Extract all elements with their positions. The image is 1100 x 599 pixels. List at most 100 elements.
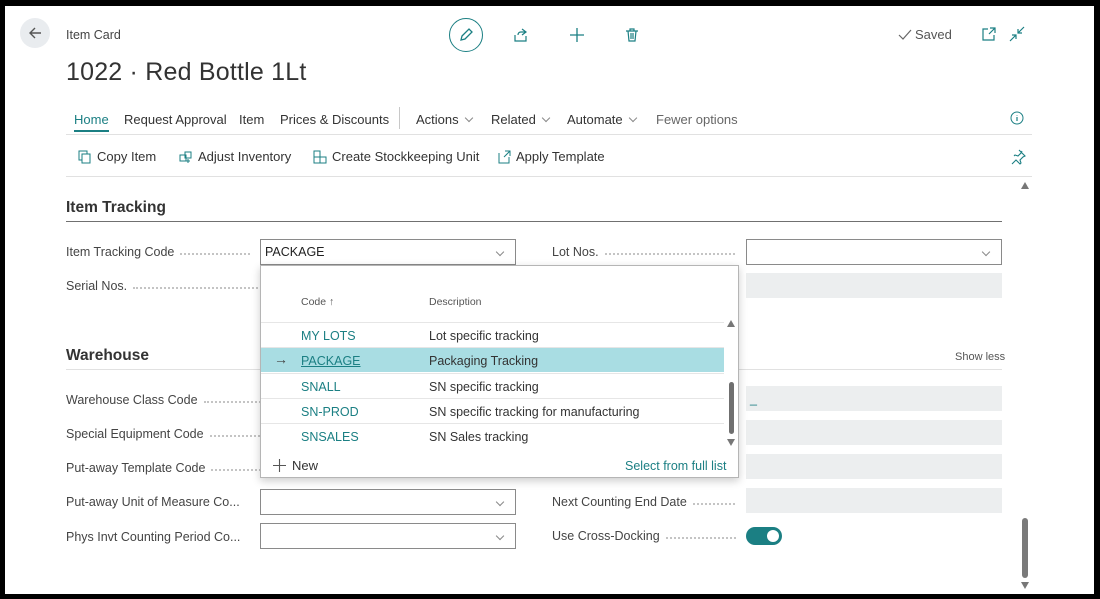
back-arrow-icon xyxy=(29,27,41,39)
label-leader-dots xyxy=(133,287,259,289)
new-button[interactable] xyxy=(565,23,589,47)
trash-icon xyxy=(626,28,638,42)
nav-automate-label: Automate xyxy=(567,112,623,127)
lookup-scroll-up-icon[interactable] xyxy=(727,320,735,327)
warehouse-section-title: Warehouse xyxy=(66,347,149,364)
back-button[interactable] xyxy=(20,18,50,48)
select-from-full-list-link[interactable]: Select from full list xyxy=(625,459,726,473)
nav-item[interactable]: Item xyxy=(239,112,264,127)
special-equipment-related-field[interactable] xyxy=(746,420,1002,445)
lookup-row-code: SNALL xyxy=(301,380,341,394)
special-equipment-code-label: Special Equipment Code xyxy=(66,427,260,441)
lookup-col-description[interactable]: Description xyxy=(429,296,482,308)
share-button[interactable] xyxy=(509,23,533,47)
card-type-label: Item Card xyxy=(66,28,121,42)
adjust-inventory-label: Adjust Inventory xyxy=(198,149,292,164)
nav-actions[interactable]: Actions xyxy=(416,112,473,127)
lookup-row-description: Packaging Tracking xyxy=(429,354,539,368)
create-stockkeeping-unit-button[interactable]: Create Stockkeeping Unit xyxy=(313,149,479,164)
copy-item-label: Copy Item xyxy=(97,149,157,164)
edit-button[interactable] xyxy=(449,18,483,52)
page-scroll-down-icon[interactable] xyxy=(1021,582,1029,589)
chevron-down-icon xyxy=(628,113,637,123)
lookup-scrollbar-thumb[interactable] xyxy=(729,382,734,434)
popout-icon xyxy=(982,27,996,41)
serial-nos-label: Serial Nos. xyxy=(66,279,259,293)
collapse-icon xyxy=(1009,26,1025,42)
putaway-uom-label-text: Put-away Unit of Measure Co... xyxy=(66,495,240,509)
nav-separator xyxy=(399,107,400,129)
copy-item-button[interactable]: Copy Item xyxy=(78,149,156,164)
share-icon xyxy=(514,28,527,42)
next-counting-end-date-field[interactable] xyxy=(746,488,1002,513)
lookup-row[interactable]: SNALL SN specific tracking xyxy=(261,373,724,398)
lookup-row[interactable]: MY LOTS Lot specific tracking xyxy=(261,322,724,347)
selected-arrow-icon: → xyxy=(274,351,288,367)
lookup-row-code: SNSALES xyxy=(301,430,359,444)
copy-icon xyxy=(78,150,91,163)
adjust-inventory-button[interactable]: Adjust Inventory xyxy=(179,149,291,164)
item-tracking-code-value: PACKAGE xyxy=(265,245,325,259)
info-button[interactable] xyxy=(1009,110,1025,126)
nav-related[interactable]: Related xyxy=(491,112,551,127)
pencil-icon xyxy=(460,28,473,41)
nav-fewer-options[interactable]: Fewer options xyxy=(656,112,738,127)
lookup-row-description: SN specific tracking xyxy=(429,380,539,394)
phys-invt-counting-period-select[interactable] xyxy=(260,523,516,549)
lookup-new-button[interactable]: New xyxy=(273,458,318,473)
nav-automate[interactable]: Automate xyxy=(567,112,637,127)
popout-button[interactable] xyxy=(980,25,998,43)
phys-invt-counting-period-label: Phys Invt Counting Period Co... xyxy=(66,530,240,544)
delete-button[interactable] xyxy=(620,23,644,47)
label-leader-dots xyxy=(604,253,735,255)
putaway-template-related-field[interactable] xyxy=(746,454,1002,479)
pin-button[interactable] xyxy=(1009,148,1027,166)
lookup-col-code[interactable]: Code ↑ xyxy=(301,296,334,308)
nav-prices-discounts[interactable]: Prices & Discounts xyxy=(280,112,389,127)
lookup-row[interactable]: SN-PROD SN specific tracking for manufac… xyxy=(261,398,724,423)
serial-nos-field[interactable] xyxy=(746,273,1002,298)
label-leader-dots xyxy=(211,469,262,471)
putaway-template-code-label-text: Put-away Template Code xyxy=(66,461,206,475)
nav-actions-label: Actions xyxy=(416,112,459,127)
item-tracking-code-select[interactable]: PACKAGE xyxy=(260,239,516,265)
lot-nos-label-text: Lot Nos. xyxy=(552,245,599,259)
adjust-inventory-icon xyxy=(179,151,192,163)
label-leader-dots xyxy=(180,253,251,255)
item-card-page: Item Card 1022 · Red Bottle 1Lt Saved Ho… xyxy=(5,6,1094,594)
show-less-link[interactable]: Show less xyxy=(955,351,1005,363)
chevron-down-icon xyxy=(495,531,505,541)
putaway-uom-select[interactable] xyxy=(260,489,516,515)
use-cross-docking-label: Use Cross-Docking xyxy=(552,529,736,543)
plus-icon xyxy=(570,28,584,42)
label-leader-dots xyxy=(692,503,735,505)
saved-status-label: Saved xyxy=(915,27,952,42)
item-tracking-code-label-text: Item Tracking Code xyxy=(66,245,175,259)
special-equipment-code-label-text: Special Equipment Code xyxy=(66,427,204,441)
page-scroll-up-icon[interactable] xyxy=(1021,182,1029,189)
saved-status: Saved xyxy=(898,27,952,42)
use-cross-docking-label-text: Use Cross-Docking xyxy=(552,529,660,543)
command-bar: Copy Item Adjust Inventory Create Stockk… xyxy=(66,139,1032,177)
lot-nos-select[interactable] xyxy=(746,239,1002,265)
lookup-row-selected[interactable]: → PACKAGE Packaging Tracking xyxy=(261,347,724,372)
readonly-field-value: _ xyxy=(750,392,757,406)
chevron-down-icon xyxy=(464,113,473,123)
lookup-scroll-down-icon[interactable] xyxy=(727,439,735,446)
page-scrollbar-thumb[interactable] xyxy=(1022,518,1028,578)
nav-home[interactable]: Home xyxy=(74,112,109,132)
lookup-row-code: MY LOTS xyxy=(301,329,356,343)
collapse-button[interactable] xyxy=(1008,25,1026,43)
next-counting-end-date-label-text: Next Counting End Date xyxy=(552,495,687,509)
item-tracking-code-label: Item Tracking Code xyxy=(66,245,251,259)
item-tracking-code-lookup: Code ↑ Description MY LOTS Lot specific … xyxy=(260,265,739,478)
apply-template-button[interactable]: Apply Template xyxy=(497,149,605,164)
use-cross-docking-toggle[interactable] xyxy=(746,527,782,545)
warehouse-class-code-related-field[interactable]: _ xyxy=(746,386,1002,411)
label-leader-dots xyxy=(209,435,260,437)
item-tracking-section-title: Item Tracking xyxy=(66,199,166,216)
lookup-row[interactable]: SNSALES SN Sales tracking xyxy=(261,423,724,448)
toggle-knob xyxy=(767,530,779,542)
chevron-down-icon xyxy=(495,247,505,257)
nav-request-approval[interactable]: Request Approval xyxy=(124,112,227,127)
